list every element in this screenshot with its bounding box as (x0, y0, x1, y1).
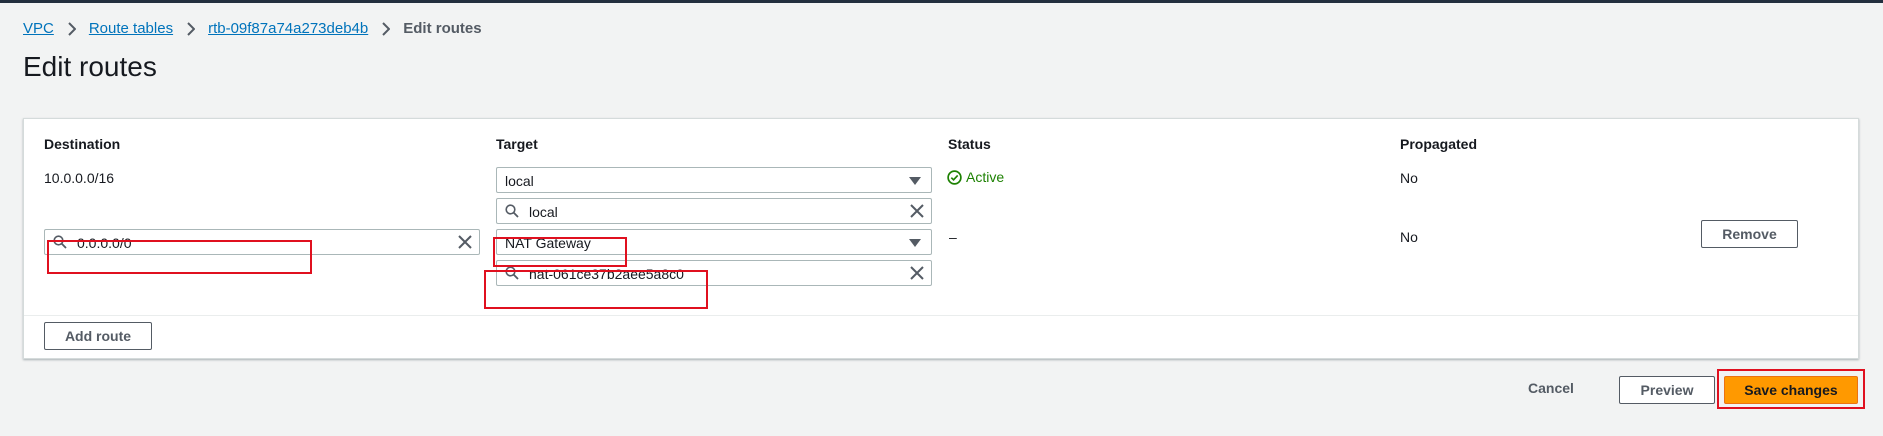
chevron-right-icon (381, 21, 391, 36)
breadcrumb: VPC Route tables rtb-09f87a74a273deb4b E… (23, 20, 482, 37)
row2-propagated: No (1400, 229, 1418, 245)
breadcrumb-vpc[interactable]: VPC (23, 20, 54, 37)
clear-icon[interactable] (910, 266, 924, 285)
header-destination: Destination (44, 136, 121, 152)
clear-icon[interactable] (458, 235, 472, 254)
row2-status: – (949, 229, 957, 245)
clear-icon[interactable] (910, 204, 924, 223)
page-title: Edit routes (23, 51, 157, 82)
chevron-right-icon (67, 21, 76, 36)
check-circle-icon (947, 169, 962, 185)
cancel-button[interactable]: Cancel (1528, 380, 1574, 396)
divider (24, 315, 1858, 316)
save-changes-button[interactable]: Save changes (1724, 376, 1858, 404)
search-icon (53, 235, 67, 254)
search-icon (505, 266, 519, 285)
row2-target-input[interactable] (529, 266, 833, 282)
row2-target-type-select[interactable]: NAT Gateway (496, 229, 932, 255)
breadcrumb-route-tables[interactable]: Route tables (89, 20, 173, 37)
caret-down-icon (909, 239, 921, 247)
row2-destination-search[interactable] (44, 229, 480, 255)
header-status: Status (948, 136, 991, 152)
add-route-button[interactable]: Add route (44, 322, 152, 350)
row1-propagated: No (1400, 170, 1418, 186)
chevron-right-icon (186, 21, 196, 36)
row2-target-search[interactable] (496, 260, 932, 286)
row2-target-type-value: NAT Gateway (505, 235, 591, 251)
row2-destination-input[interactable] (77, 235, 381, 251)
preview-button[interactable]: Preview (1619, 376, 1715, 404)
top-bar (0, 0, 1883, 3)
breadcrumb-current: Edit routes (403, 20, 482, 37)
row1-target-type-value: local (505, 173, 534, 189)
row1-destination: 10.0.0.0/16 (44, 170, 115, 186)
header-propagated: Propagated (1400, 136, 1478, 152)
row1-target-search[interactable] (496, 198, 932, 224)
search-icon (505, 204, 519, 223)
remove-button[interactable]: Remove (1701, 220, 1798, 248)
row1-status: Active (947, 169, 1004, 185)
caret-down-icon (909, 177, 921, 185)
routes-panel: Destination Target Status Propagated 10.… (23, 118, 1859, 359)
header-target: Target (496, 136, 538, 152)
row1-target-input[interactable] (529, 204, 833, 220)
breadcrumb-route-table-id[interactable]: rtb-09f87a74a273deb4b (208, 20, 368, 37)
row1-target-type-select[interactable]: local (496, 167, 932, 193)
row1-status-text: Active (966, 169, 1005, 185)
